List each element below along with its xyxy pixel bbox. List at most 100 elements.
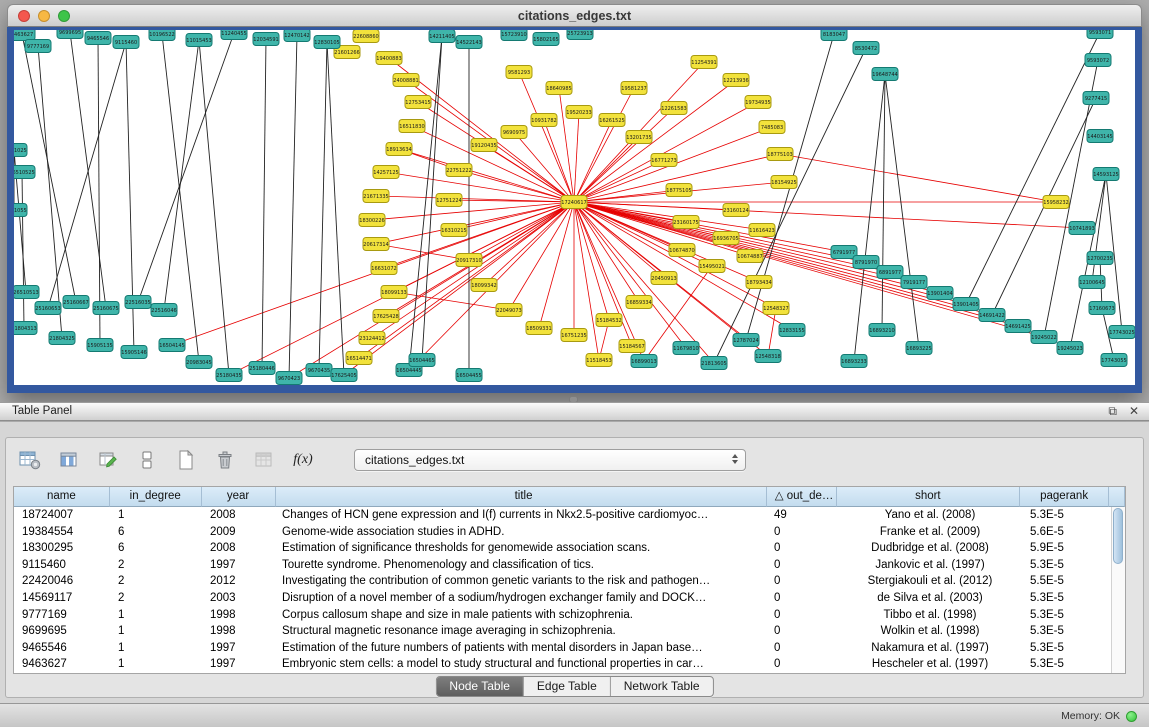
row-height-icon[interactable] (133, 447, 161, 473)
graph-node[interactable]: 22608860 (353, 30, 379, 43)
function-builder-icon[interactable]: f(x) (289, 447, 317, 473)
graph-node[interactable]: 15184567 (619, 340, 645, 353)
graph-node[interactable]: 9699695 (57, 30, 83, 39)
graph-node[interactable]: 9115460 (113, 36, 139, 49)
graph-node[interactable]: 12751224 (436, 194, 462, 207)
graph-node[interactable]: 9777169 (25, 40, 51, 53)
graph-node[interactable]: 20450913 (651, 272, 677, 285)
graph-node[interactable]: 20531025 (14, 144, 27, 157)
graph-node[interactable]: 11679810 (673, 342, 699, 355)
graph-node[interactable]: 14691425 (1005, 320, 1031, 333)
graph-node[interactable]: 25160653 (35, 302, 61, 315)
table-row[interactable]: 1830029562008Estimation of significance … (14, 540, 1111, 557)
graph-node[interactable]: 21813605 (701, 357, 727, 370)
graph-node[interactable]: 25180446 (249, 362, 275, 375)
graph-node[interactable]: 10674887 (737, 250, 763, 263)
graph-node[interactable]: 9465546 (85, 32, 111, 45)
graph-node[interactable]: 15905135 (87, 339, 113, 352)
graph-node[interactable]: 24008881 (393, 74, 419, 87)
graph-node[interactable]: 14691422 (979, 309, 1005, 322)
graph-node[interactable]: 16899013 (631, 355, 657, 368)
tab-network-table[interactable]: Network Table (611, 677, 713, 696)
graph-node[interactable]: 19120435 (471, 139, 497, 152)
graph-node[interactable]: 16504455 (456, 369, 482, 382)
graph-node[interactable]: 22516035 (125, 296, 151, 309)
graph-node[interactable]: 6891977 (877, 266, 903, 279)
table-settings-icon[interactable] (16, 447, 44, 473)
graph-node[interactable]: 22751222 (446, 164, 472, 177)
graph-node[interactable]: 7485083 (759, 121, 785, 134)
graph-node[interactable]: 25723913 (567, 30, 593, 40)
graph-node[interactable]: 15802165 (533, 33, 559, 46)
graph-node[interactable]: 15495021 (699, 260, 725, 273)
graph-node[interactable]: 22516046 (151, 304, 177, 317)
graph-node[interactable]: 8183047 (821, 30, 847, 41)
graph-node[interactable]: 22049073 (496, 304, 522, 317)
graph-node[interactable]: 12261583 (661, 102, 687, 115)
graph-node[interactable]: 16504145 (159, 339, 185, 352)
graph-node[interactable]: 26510525 (14, 166, 35, 179)
graph-node[interactable]: 20531055 (14, 204, 27, 217)
graph-node[interactable]: 16511830 (399, 120, 425, 133)
graph-node[interactable]: 16631072 (371, 262, 397, 275)
table-row[interactable]: 911546021997Tourette syndrome. Phenomeno… (14, 557, 1111, 574)
graph-node[interactable]: 18300226 (359, 214, 385, 227)
graph-node[interactable]: 12700235 (1087, 252, 1113, 265)
graph-node[interactable]: 19734935 (745, 96, 771, 109)
network-canvas[interactable]: 1724061721601266226088601940088324008881… (14, 30, 1135, 385)
graph-node[interactable]: 11240455 (221, 30, 247, 40)
graph-node[interactable]: 16936705 (713, 232, 739, 245)
close-panel-icon[interactable]: ✕ (1129, 403, 1139, 420)
graph-node[interactable]: 16504465 (409, 354, 435, 367)
vertical-scrollbar[interactable] (1111, 507, 1125, 673)
tab-node-table[interactable]: Node Table (436, 677, 524, 696)
graph-node[interactable]: 8530472 (853, 42, 879, 55)
graph-node[interactable]: 13901404 (927, 287, 953, 300)
graph-node[interactable]: 25180435 (216, 369, 242, 382)
graph-node[interactable]: 17160673 (1089, 302, 1115, 315)
scrollbar-thumb[interactable] (1113, 508, 1123, 564)
table-row[interactable]: 1938455462009Genome-wide association stu… (14, 524, 1111, 541)
graph-node[interactable]: 9690975 (501, 126, 527, 139)
graph-node[interactable]: 15958232 (1043, 196, 1069, 209)
new-document-icon[interactable] (172, 447, 200, 473)
graph-node[interactable]: 25160675 (93, 302, 119, 315)
graph-node[interactable]: 13901405 (953, 298, 979, 311)
graph-node[interactable]: 26510513 (14, 286, 39, 299)
graph-node[interactable]: 14211405 (429, 30, 455, 43)
graph-node[interactable]: 23124412 (359, 332, 385, 345)
graph-node[interactable]: 9670423 (276, 372, 302, 385)
graph-node[interactable]: 9670435 (306, 364, 332, 377)
graph-node[interactable]: 12548327 (763, 302, 789, 315)
graph-node[interactable]: 19400883 (376, 52, 402, 65)
graph-node[interactable]: 16859334 (626, 296, 652, 309)
graph-node[interactable]: 9277415 (1083, 92, 1109, 105)
graph-node[interactable]: 12548318 (755, 350, 781, 363)
graph-node[interactable]: 15184532 (596, 314, 622, 327)
graph-node[interactable]: 25160667 (63, 296, 89, 309)
graph-node[interactable]: 20983045 (186, 356, 212, 369)
graph-node[interactable]: 12787024 (733, 334, 759, 347)
graph-node[interactable]: 16771273 (651, 154, 677, 167)
graph-node[interactable]: 15723910 (501, 30, 527, 41)
graph-node[interactable]: 14403145 (1087, 130, 1113, 143)
graph-node[interactable]: 12213936 (723, 74, 749, 87)
table-row[interactable]: 1872400712008Changes of HCN gene express… (14, 507, 1111, 524)
float-panel-icon[interactable]: ⧉ (1108, 403, 1117, 420)
graph-node[interactable]: 23160175 (673, 216, 699, 229)
graph-node[interactable]: 18509331 (526, 322, 552, 335)
graph-node[interactable]: 18154925 (771, 176, 797, 189)
graph-node[interactable]: 9463627 (14, 30, 35, 41)
graph-node[interactable]: 14257125 (373, 166, 399, 179)
graph-node[interactable]: 16751235 (561, 329, 587, 342)
graph-node[interactable]: 14593125 (1093, 168, 1119, 181)
graph-node[interactable]: 19245023 (1057, 342, 1083, 355)
graph-node[interactable]: 10741893 (1069, 222, 1095, 235)
graph-node[interactable]: 11518453 (586, 354, 612, 367)
column-header[interactable]: title (276, 487, 767, 507)
graph-node[interactable]: 21671335 (363, 190, 389, 203)
graph-node[interactable]: 21804313 (14, 322, 37, 335)
graph-node[interactable]: 12753415 (405, 96, 431, 109)
graph-node[interactable]: 11616423 (749, 224, 775, 237)
graph-node[interactable]: 16514471 (346, 352, 372, 365)
